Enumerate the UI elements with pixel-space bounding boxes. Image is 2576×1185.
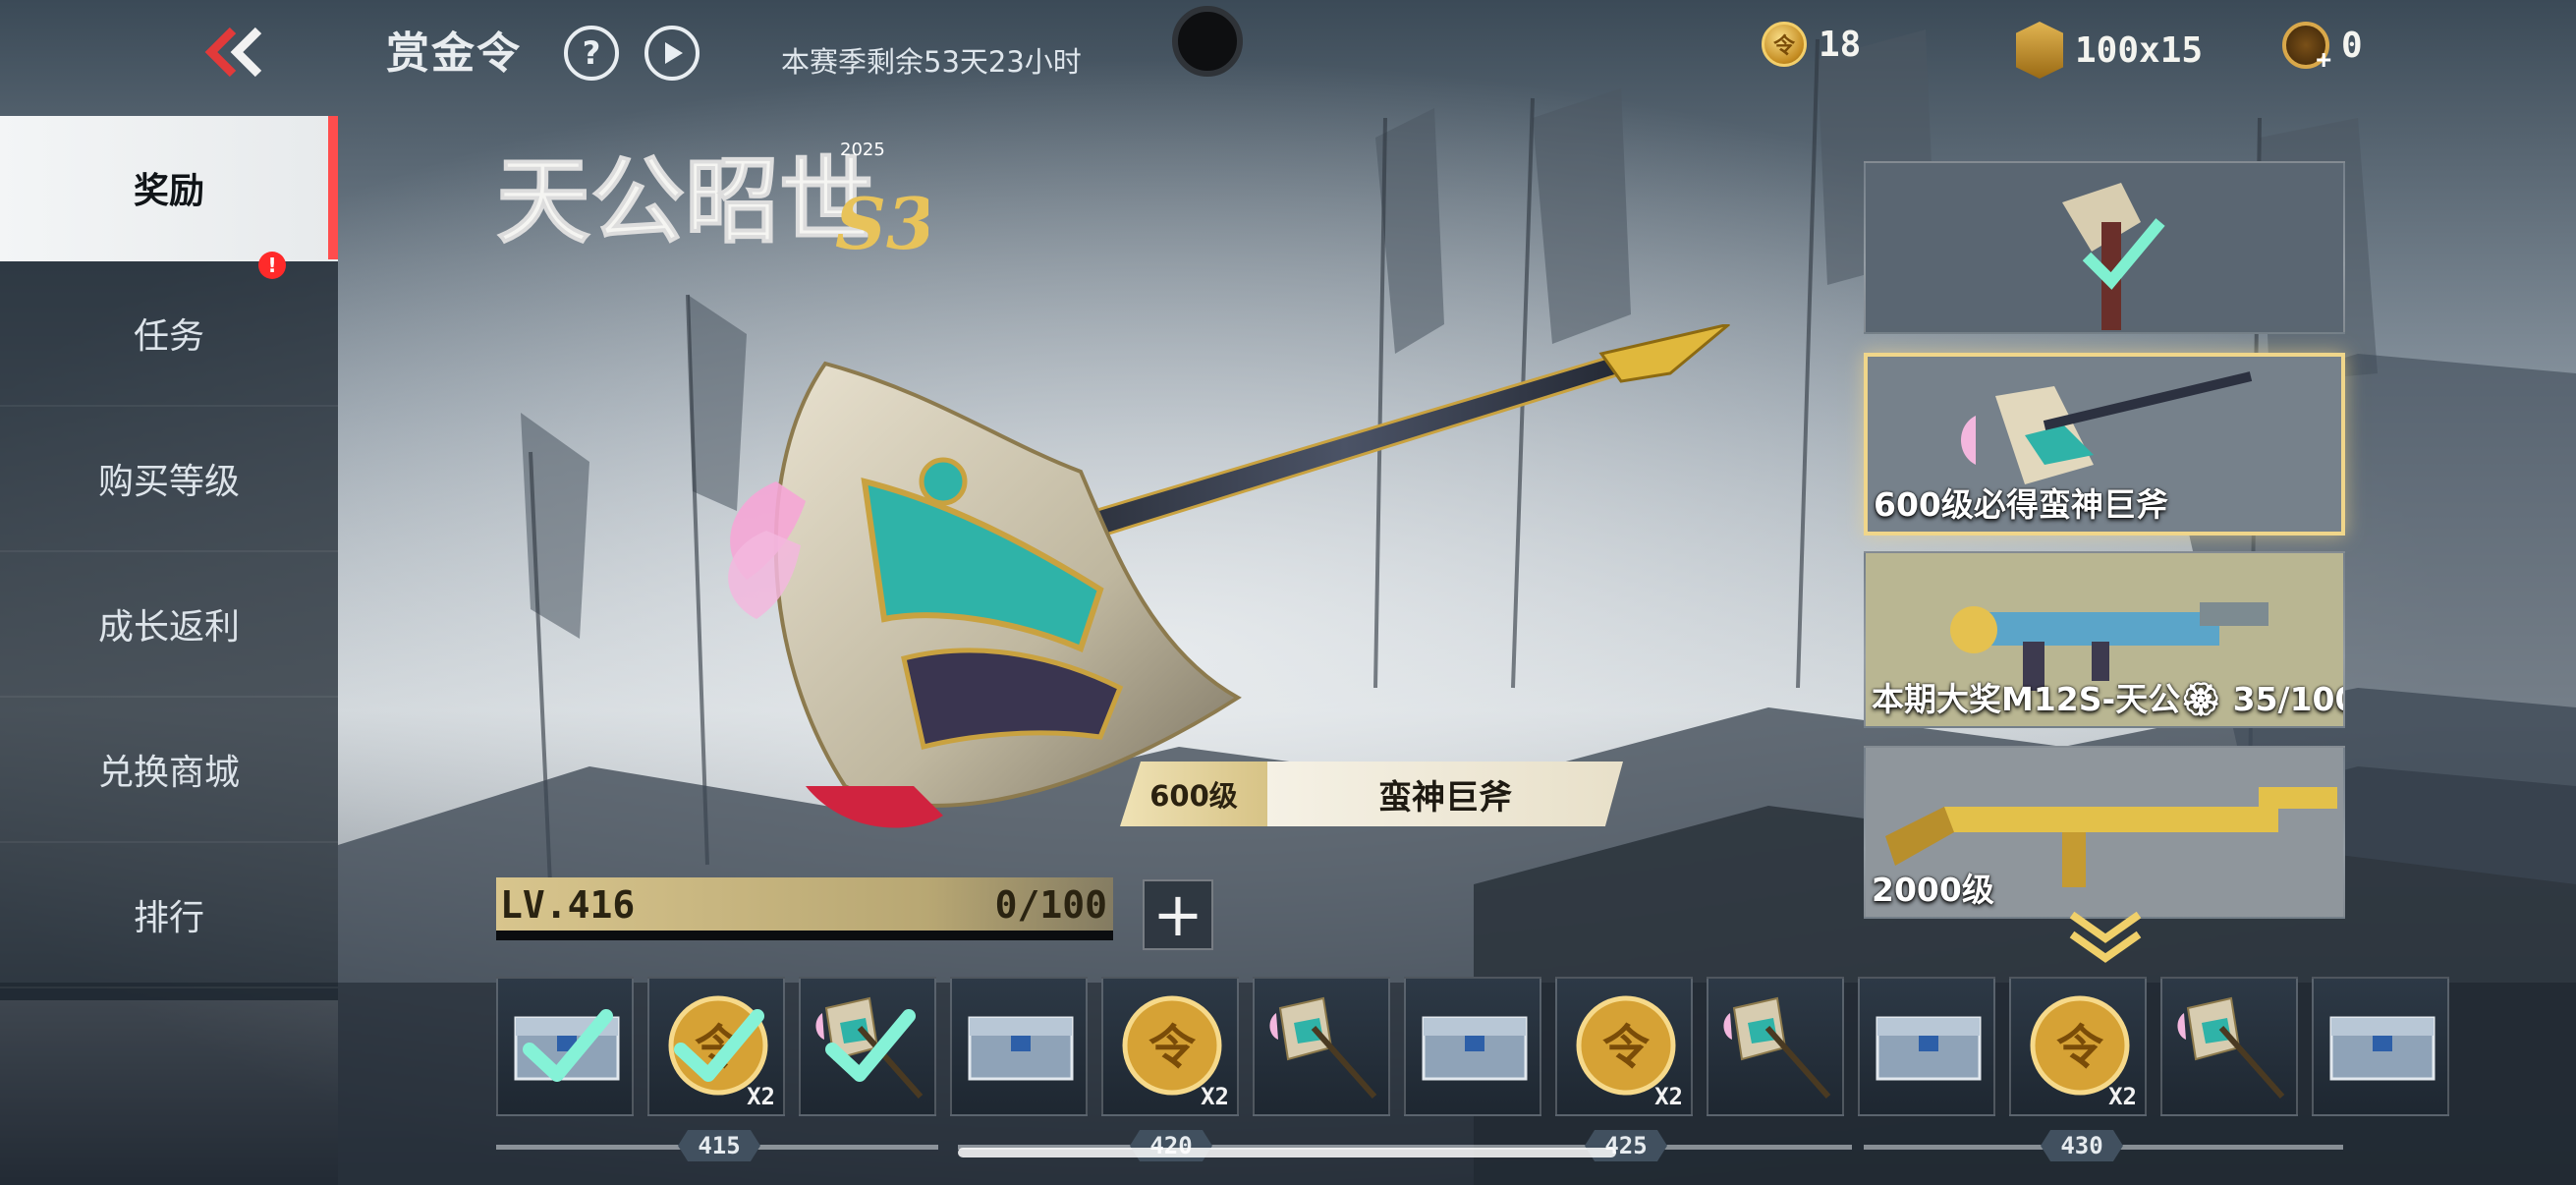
- reward-multiplier: X2: [747, 1083, 775, 1110]
- featured-reward-tag: 600级 蛮神巨斧: [1120, 762, 1623, 826]
- camera-cutout: [1172, 6, 1243, 77]
- check-icon: [825, 1009, 916, 1082]
- reward-slot-crate[interactable]: [950, 977, 1088, 1116]
- reward-slot-crate[interactable]: [1858, 977, 1995, 1116]
- reward-card-label: 600级必得蛮神巨斧: [1874, 485, 2168, 524]
- sidebar-item-label: 排行: [133, 898, 204, 938]
- level-exp-count: 0/100: [994, 883, 1107, 927]
- sidebar-item-label: 成长返利: [97, 607, 240, 648]
- logo-season: S3: [835, 182, 928, 265]
- currency-coin[interactable]: 令 18: [1762, 22, 1861, 67]
- season-logo: 天公昭世 2025 S3: [496, 126, 936, 273]
- currency-box[interactable]: 100x15: [2016, 22, 2203, 79]
- level-marker: 415: [678, 1130, 760, 1161]
- reward-multiplier: X2: [1654, 1083, 1683, 1110]
- token-coin-icon: 令: [1762, 22, 1807, 67]
- sidebar-item-rewards[interactable]: 奖励: [0, 116, 338, 261]
- reward-card-600[interactable]: 600级必得蛮神巨斧: [1864, 353, 2345, 536]
- crate-icon: [2329, 1016, 2436, 1081]
- check-icon: [523, 1009, 613, 1082]
- reward-track: 令 X2 令 X2 令 X2 令 X2: [496, 977, 2449, 1124]
- reward-slot-crate[interactable]: [1404, 977, 1541, 1116]
- crate-icon: [968, 1016, 1074, 1081]
- logo-year: 2025: [840, 140, 885, 160]
- axe-icon: [1269, 996, 1377, 1099]
- help-icon[interactable]: ?: [564, 26, 619, 81]
- currency-ticket-value: 0: [2341, 25, 2363, 66]
- page-title: 赏金令: [386, 28, 522, 79]
- currency-ticket[interactable]: 0: [2282, 22, 2363, 75]
- axe-thumbnail: [1866, 163, 2343, 332]
- reward-slot-axe[interactable]: [1253, 977, 1390, 1116]
- sidebar-item-growth-rebate[interactable]: 成长返利: [0, 552, 338, 698]
- sidebar-item-tasks[interactable]: 任务: [0, 261, 338, 407]
- currency-box-value: 100x15: [2075, 29, 2204, 71]
- reward-multiplier: X2: [2108, 1083, 2137, 1110]
- play-icon[interactable]: [644, 26, 700, 81]
- reward-slot-axe[interactable]: [799, 977, 936, 1116]
- chevron-down-icon[interactable]: [2066, 909, 2145, 968]
- scroll-indicator[interactable]: [958, 1148, 1616, 1157]
- season-remaining-text: 本赛季剩余53天23小时: [781, 45, 1082, 79]
- chevron-left-icon: [204, 27, 262, 78]
- sidebar-item-label: 任务: [133, 316, 204, 357]
- sidebar-item-ranking[interactable]: 排行: [0, 843, 338, 988]
- reward-card-label: 本期大奖M12S-天公🏵 35/100: [1872, 680, 2345, 718]
- currency-coin-value: 18: [1819, 24, 1862, 65]
- reward-slot-axe[interactable]: [2160, 977, 2298, 1116]
- top-bar: 赏金令 ? 本赛季剩余53天23小时 令 18 100x15 0: [0, 0, 2576, 108]
- ticket-coin-icon: [2282, 22, 2331, 75]
- reward-slot-coin[interactable]: 令 X2: [1555, 977, 1693, 1116]
- check-icon: [674, 1009, 764, 1082]
- level-marker: 430: [2041, 1130, 2123, 1161]
- reward-card-2000[interactable]: 2000级: [1864, 746, 2345, 919]
- sidebar-item-label: 奖励: [133, 171, 204, 211]
- reward-card-grand-prize[interactable]: 本期大奖M12S-天公🏵 35/100: [1864, 551, 2345, 728]
- reward-slot-crate[interactable]: [2312, 977, 2449, 1116]
- progress-track: [496, 931, 1113, 940]
- svg-text:令: 令: [2056, 1020, 2104, 1075]
- sidebar-item-buy-level[interactable]: 购买等级: [0, 407, 338, 552]
- crate-icon: [2016, 22, 2063, 79]
- back-button[interactable]: [187, 18, 285, 86]
- svg-text:令: 令: [1148, 1020, 1197, 1075]
- reward-slot-crate[interactable]: [496, 977, 634, 1116]
- current-level: LV.416: [500, 883, 636, 927]
- sidebar-item-label: 兑换商城: [97, 753, 240, 793]
- reward-card-claimed[interactable]: [1864, 161, 2345, 334]
- reward-multiplier: X2: [1201, 1083, 1229, 1110]
- featured-item-name: 蛮神巨斧: [1267, 762, 1623, 826]
- reward-slot-coin[interactable]: 令 X2: [2009, 977, 2147, 1116]
- reward-card-label: 2000级: [1872, 871, 1994, 909]
- axe-icon: [2177, 996, 2285, 1099]
- reward-slot-coin[interactable]: 令 X2: [1101, 977, 1239, 1116]
- featured-level-tag: 600级: [1120, 762, 1267, 826]
- crate-icon: [1876, 1016, 1982, 1081]
- task-alert-badge: !: [258, 252, 286, 279]
- buy-level-plus-button[interactable]: +: [1143, 879, 1213, 950]
- axe-icon: [1723, 996, 1831, 1099]
- crate-icon: [1422, 1016, 1528, 1081]
- reward-slot-coin[interactable]: 令 X2: [647, 977, 785, 1116]
- sidebar: 奖励 任务 购买等级 成长返利 兑换商城 排行 !: [0, 116, 338, 1000]
- sidebar-item-exchange-shop[interactable]: 兑换商城: [0, 698, 338, 843]
- logo-text: 天公昭世: [496, 145, 873, 256]
- reward-slot-axe[interactable]: [1707, 977, 1844, 1116]
- sidebar-item-label: 购买等级: [97, 462, 240, 502]
- level-progress-bar: LV.416 0/100: [496, 877, 1113, 940]
- svg-text:令: 令: [1602, 1020, 1651, 1075]
